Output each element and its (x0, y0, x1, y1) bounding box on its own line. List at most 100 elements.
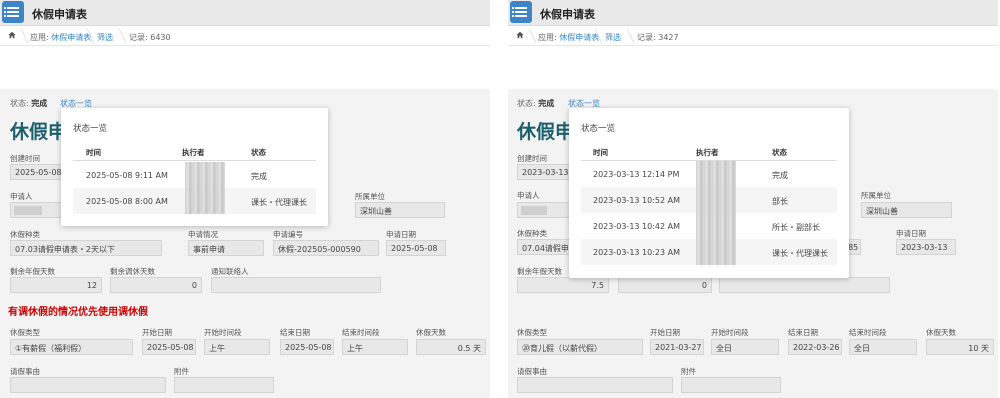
redacted-name (521, 206, 547, 215)
row-time: 2025-05-08 9:11 AM (86, 171, 168, 180)
row-status: 所长・副部长 (772, 223, 820, 232)
popup-title: 状态一览 (73, 124, 108, 134)
leave-kind-field: ①有薪假（福利假） (10, 339, 133, 355)
days-label: 休假天数 (926, 328, 956, 337)
table-row: 2023-03-13 12:14 PM 完成 (581, 161, 837, 187)
breadcrumb-record: 记录: 3427 (637, 33, 679, 42)
hamburger-icon[interactable] (510, 1, 532, 23)
toolbar-area (0, 46, 490, 89)
end-slot-field: 全日 (849, 339, 917, 355)
right-screenshot-panel: 休假申请表 应用: 休假申请表 筛选 记录: 3427 状态: 完成 状态一览 … (508, 0, 998, 398)
app-title: 休假申请表 (32, 8, 87, 21)
executor-avatar (696, 187, 736, 213)
row-status: 完成 (772, 171, 788, 180)
executor-avatar (696, 239, 736, 265)
remaining-comp-field: 0 (618, 277, 712, 293)
popup-title: 状态一览 (581, 124, 616, 134)
breadcrumb-filter[interactable]: 筛选 (97, 32, 113, 43)
end-date-field: 2025-05-08 (280, 339, 334, 355)
page-title: 休假申 (10, 121, 68, 143)
reason-label: 请假事由 (517, 367, 547, 376)
applicant-field (10, 202, 66, 218)
column-header-time: 时间 (86, 148, 101, 157)
remaining-comp-field: 0 (110, 277, 202, 293)
created-field: 2025-05-08 7 (10, 164, 66, 180)
end-date-label: 结束日期 (788, 328, 818, 337)
breadcrumb-separator (522, 29, 537, 43)
end-date-label: 结束日期 (280, 328, 310, 337)
breadcrumb-separator (620, 29, 635, 43)
reason-field (10, 377, 166, 393)
executor-avatar (185, 162, 225, 188)
executor-avatar (696, 161, 736, 187)
section-warning: 有调休假的情况优先使用调休假 (8, 307, 148, 318)
row-status: 课长・代理课长 (251, 198, 307, 207)
end-slot-label: 结束时间段 (342, 328, 380, 337)
executor-avatar (185, 188, 225, 214)
request-status-field: 事前申请 (188, 240, 264, 256)
request-date-field: 2023-03-13 (896, 239, 956, 255)
notify-field (719, 277, 890, 293)
status-value: 完成 (31, 99, 48, 108)
row-time: 2023-03-13 10:52 AM (593, 196, 681, 205)
request-date-label: 申请日期 (386, 230, 416, 239)
status-overview-popup: 状态一览 时间 执行者 状态 2023-03-13 12:14 PM 完成 20… (569, 108, 849, 278)
days-field: 10 天 (926, 339, 994, 355)
request-date-label: 申请日期 (896, 229, 926, 238)
end-slot-field: 上午 (342, 339, 408, 355)
notify-label: 通知联络人 (211, 267, 249, 276)
column-header-time: 时间 (593, 148, 608, 157)
end-date-field: 2022-03-26 (788, 339, 842, 355)
page-title: 休假申 (517, 121, 575, 143)
attachment-field (174, 377, 274, 393)
remaining-comp-label: 剩余调休天数 (110, 267, 155, 276)
start-slot-label: 开始时间段 (711, 328, 749, 337)
breadcrumb-record: 记录: 6430 (129, 33, 171, 42)
leave-type-field: 07.03请假申请表・2天以下 (10, 240, 162, 256)
start-slot-field: 全日 (711, 339, 779, 355)
home-icon[interactable] (516, 31, 524, 39)
breadcrumb-separator (112, 29, 127, 43)
left-screenshot-panel: 休假申请表 应用: 休假申请表 筛选 记录: 6430 状态: 完成 状态一览 … (0, 0, 490, 398)
start-date-label: 开始日期 (650, 328, 680, 337)
created-label: 创建时间 (517, 154, 547, 163)
end-slot-label: 结束时间段 (849, 328, 887, 337)
request-no-label: 申请编号 (273, 230, 303, 239)
row-status: 部长 (772, 197, 788, 206)
start-date-label: 开始日期 (142, 328, 172, 337)
breadcrumb: 应用: 休假申请表 筛选 记录: 3427 (508, 26, 998, 46)
status-line: 状态: 完成 (10, 99, 48, 108)
toolbar-area (508, 46, 998, 89)
leave-type-label: 休假种类 (10, 230, 40, 239)
table-row: 2023-03-13 10:52 AM 部长 (581, 187, 837, 213)
attachment-field (681, 377, 781, 393)
days-label: 休假天数 (416, 328, 446, 337)
attachment-label: 附件 (681, 367, 696, 376)
redacted-name (14, 206, 42, 215)
remaining-annual-field: 12 (10, 277, 102, 293)
org-label: 所属单位 (861, 191, 891, 200)
breadcrumb-filter[interactable]: 筛选 (605, 32, 621, 43)
request-date-field: 2025-05-08 (386, 240, 446, 256)
org-label: 所属单位 (355, 192, 385, 201)
status-overview-popup: 状态一览 时间 执行者 状态 2025-05-08 9:11 AM 完成 202… (61, 108, 328, 226)
org-field: 深圳山善 (355, 202, 445, 218)
row-status: 完成 (251, 172, 267, 181)
start-date-field: 2021-03-27 (650, 339, 704, 355)
reason-label: 请假事由 (10, 367, 40, 376)
table-row: 2023-03-13 10:23 AM 课长・代理课长 (581, 239, 837, 265)
home-icon[interactable] (8, 31, 16, 39)
status-line: 状态: 完成 (517, 99, 555, 108)
leave-kind-field: ⑳育儿假（以薪代假） (517, 339, 643, 355)
column-header-status: 状态 (251, 148, 266, 157)
leave-type-label: 休假种类 (517, 229, 547, 238)
applicant-label: 申请人 (10, 192, 33, 201)
header-divider (73, 160, 316, 161)
remaining-annual-field: 7.5 (517, 277, 609, 293)
column-header-status: 状态 (772, 148, 787, 157)
executor-avatar (696, 213, 736, 239)
breadcrumb-separator (14, 29, 29, 43)
hamburger-icon[interactable] (2, 1, 24, 23)
remaining-annual-label: 剩余年假天数 (517, 267, 562, 276)
applicant-label: 申请人 (517, 191, 540, 200)
